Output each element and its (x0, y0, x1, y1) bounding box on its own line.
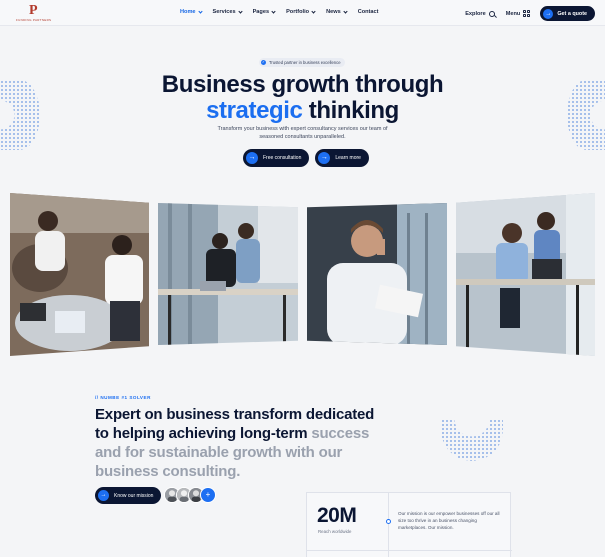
header-actions: Explore Menu → Get a quote (465, 6, 595, 21)
chevron-down-icon (271, 8, 276, 14)
team-avatars: + (164, 487, 216, 503)
arrow-right-icon: → (543, 8, 554, 19)
stat-number: 20M (317, 504, 357, 527)
chevron-down-icon (237, 8, 243, 14)
chevron-down-icon (311, 8, 316, 14)
hero-subtitle: Transform your business with expert cons… (217, 126, 388, 140)
arrow-right-icon: → (98, 490, 109, 501)
section-title: Expert on business transform dedicated t… (95, 405, 385, 481)
dot-pattern-decoration (441, 419, 503, 461)
arrow-right-icon: → (318, 152, 331, 164)
nav-item-news[interactable]: News (326, 8, 348, 15)
nav-item-services[interactable]: Services (212, 8, 243, 15)
learn-more-label: Learn more (335, 155, 361, 161)
businessman-phone-photo (307, 203, 447, 345)
chevron-down-icon (343, 8, 348, 14)
nav-label: Portfolio (286, 9, 310, 15)
logo-mark: P (29, 3, 38, 18)
nav-label: News (326, 9, 341, 15)
explore-link[interactable]: Explore (465, 11, 486, 17)
hero-title-line1: Business growth through (161, 71, 444, 98)
grid-menu-icon[interactable] (523, 10, 531, 17)
stats-card: 20M Reach worldwide Our mission is our e… (306, 492, 512, 557)
check-icon: ✓ (261, 60, 266, 65)
trust-badge: ✓ Trusted partner in business excellence (259, 58, 345, 67)
nav-label: Contact (357, 9, 379, 15)
menu-link[interactable]: Menu (506, 11, 521, 17)
nav-item-home[interactable]: Home (180, 8, 203, 15)
arrow-right-icon: → (246, 152, 258, 164)
hero-title: Business growth through strategic thinki… (0, 72, 605, 124)
free-consultation-button[interactable]: → Free consultation (243, 149, 310, 167)
timeline-dot (386, 519, 391, 524)
nav-item-pages[interactable]: Pages (252, 8, 276, 15)
logo-text: FUNDING PARTNERS (16, 18, 52, 22)
know-mission-button[interactable]: → Know our mission (95, 487, 162, 504)
hero-actions: → Free consultation → Learn more (243, 149, 369, 167)
section-eyebrow: // NUMBE #1 SOLVER (95, 395, 151, 400)
site-header: P FUNDING PARTNERS Home Services Pages P… (0, 0, 605, 26)
know-mission-label: Know our mission (114, 492, 154, 499)
card-divider (388, 493, 389, 557)
get-quote-label: Get a quote (557, 10, 587, 17)
get-quote-button[interactable]: → Get a quote (540, 6, 595, 21)
brand-logo[interactable]: P FUNDING PARTNERS (16, 3, 52, 23)
nav-label: Services (212, 9, 236, 15)
nav-label: Pages (252, 9, 270, 15)
women-desk-photo (456, 193, 595, 356)
chevron-down-icon (197, 8, 203, 14)
free-consultation-label: Free consultation (263, 155, 302, 161)
hero-title-rest: thinking (308, 97, 400, 124)
search-icon[interactable] (488, 10, 495, 17)
hero-title-highlight: strategic (206, 97, 303, 124)
stat-description: Our mission is our empower businesses of… (398, 511, 500, 530)
add-avatar-button[interactable]: + (200, 487, 216, 503)
badge-text: Trusted partner in business excellence (269, 60, 341, 65)
coworkers-laptop-photo (158, 203, 298, 345)
stat-label: Reach worldwide (318, 529, 352, 534)
card-divider (307, 550, 512, 551)
team-meeting-photo (10, 193, 149, 356)
nav-item-portfolio[interactable]: Portfolio (286, 8, 316, 15)
nav-label: Home (180, 9, 196, 15)
main-nav: Home Services Pages Portfolio News Conta… (180, 8, 390, 15)
learn-more-button[interactable]: → Learn more (315, 149, 369, 167)
nav-item-contact[interactable]: Contact (358, 9, 379, 15)
